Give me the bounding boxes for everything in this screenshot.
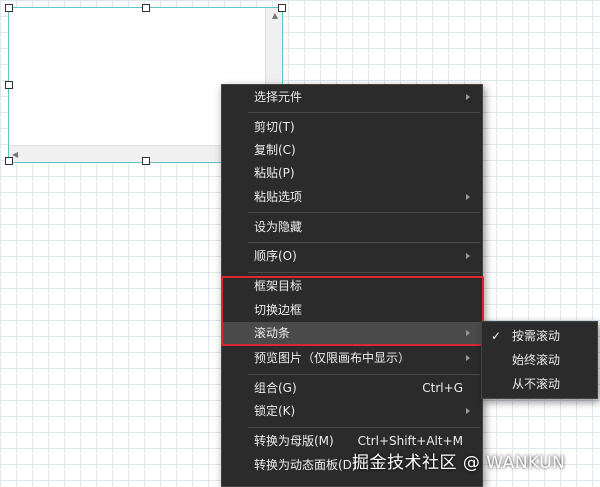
menu-separator [248,212,480,213]
menu-item-label: 复制(C) [254,143,296,157]
scrollbar-submenu: ✓ 按需滚动 始终滚动 从不滚动 [481,321,598,399]
selection-handle-left[interactable] [5,81,13,89]
menu-separator [248,374,480,375]
submenu-item-label: 始终滚动 [512,353,561,367]
menu-item-label: 粘贴(P) [254,166,295,180]
menu-item-scrollbars[interactable]: 滚动条 [222,322,482,345]
menu-separator [248,427,480,428]
menu-item-label: 剪切(T) [254,120,295,134]
submenu-item-label: 从不滚动 [512,377,561,391]
selection-handle-top[interactable] [142,4,150,12]
selection-handle-top-left[interactable] [5,4,13,12]
submenu-item-never-scroll[interactable]: 从不滚动 [482,372,597,396]
menu-item-order[interactable]: 顺序(O) [222,245,482,268]
menu-item-toggle-border[interactable]: 切换边框 [222,299,482,322]
selection-handle-bottom-left[interactable] [5,157,13,165]
submenu-arrow-icon [466,408,470,414]
menu-item-paste[interactable]: 粘贴(P) [222,162,482,185]
menu-separator [248,242,480,243]
submenu-arrow-icon [466,94,470,100]
menu-item-label: 预览图片（仅限画布中显示） [254,351,411,365]
menu-item-label: 转换为动态面板(D) [254,458,357,472]
menu-item-label: 顺序(O) [254,249,297,263]
menu-separator [248,272,480,273]
menu-item-label: 滚动条 [254,326,291,340]
selection-handle-top-right[interactable] [278,4,286,12]
menu-item-shortcut: Ctrl+G [422,381,463,395]
menu-item-label: 粘贴选项 [254,190,303,204]
menu-item-frame-target[interactable]: 框架目标 [222,275,482,298]
menu-item-label: 组合(G) [254,381,297,395]
menu-item-group[interactable]: 组合(G) Ctrl+G [222,377,482,400]
menu-item-select-widget[interactable]: 选择元件 [222,86,482,109]
menu-item-preview-image[interactable]: 预览图片（仅限画布中显示） [222,347,482,370]
menu-item-label: 锁定(K) [254,404,296,418]
menu-separator [248,112,480,113]
submenu-arrow-icon [466,253,470,259]
menu-item-paste-options[interactable]: 粘贴选项 [222,186,482,209]
menu-item-label: 选择元件 [254,90,303,104]
scroll-up-arrow-icon[interactable]: ▲ [272,11,278,20]
submenu-arrow-icon [466,194,470,200]
submenu-item-scroll-as-needed[interactable]: ✓ 按需滚动 [482,324,597,348]
menu-item-cut[interactable]: 剪切(T) [222,116,482,139]
menu-item-lock[interactable]: 锁定(K) [222,400,482,423]
menu-item-copy[interactable]: 复制(C) [222,139,482,162]
submenu-item-always-scroll[interactable]: 始终滚动 [482,348,597,372]
submenu-item-label: 按需滚动 [512,329,561,343]
checkmark-icon: ✓ [491,329,502,343]
menu-item-label: 框架目标 [254,279,303,293]
submenu-arrow-icon [466,330,470,336]
submenu-arrow-icon [466,355,470,361]
menu-item-label: 切换边框 [254,303,303,317]
selection-handle-bottom[interactable] [142,157,150,165]
context-menu: 选择元件 剪切(T) 复制(C) 粘贴(P) 粘贴选项 设为隐藏 顺序(O) 框… [221,84,483,487]
watermark: 掘金技术社区 @ WANKUN [352,453,566,473]
menu-item-label: 转换为母版(M) [254,434,334,448]
menu-item-label: 设为隐藏 [254,220,303,234]
menu-item-set-hidden[interactable]: 设为隐藏 [222,216,482,239]
